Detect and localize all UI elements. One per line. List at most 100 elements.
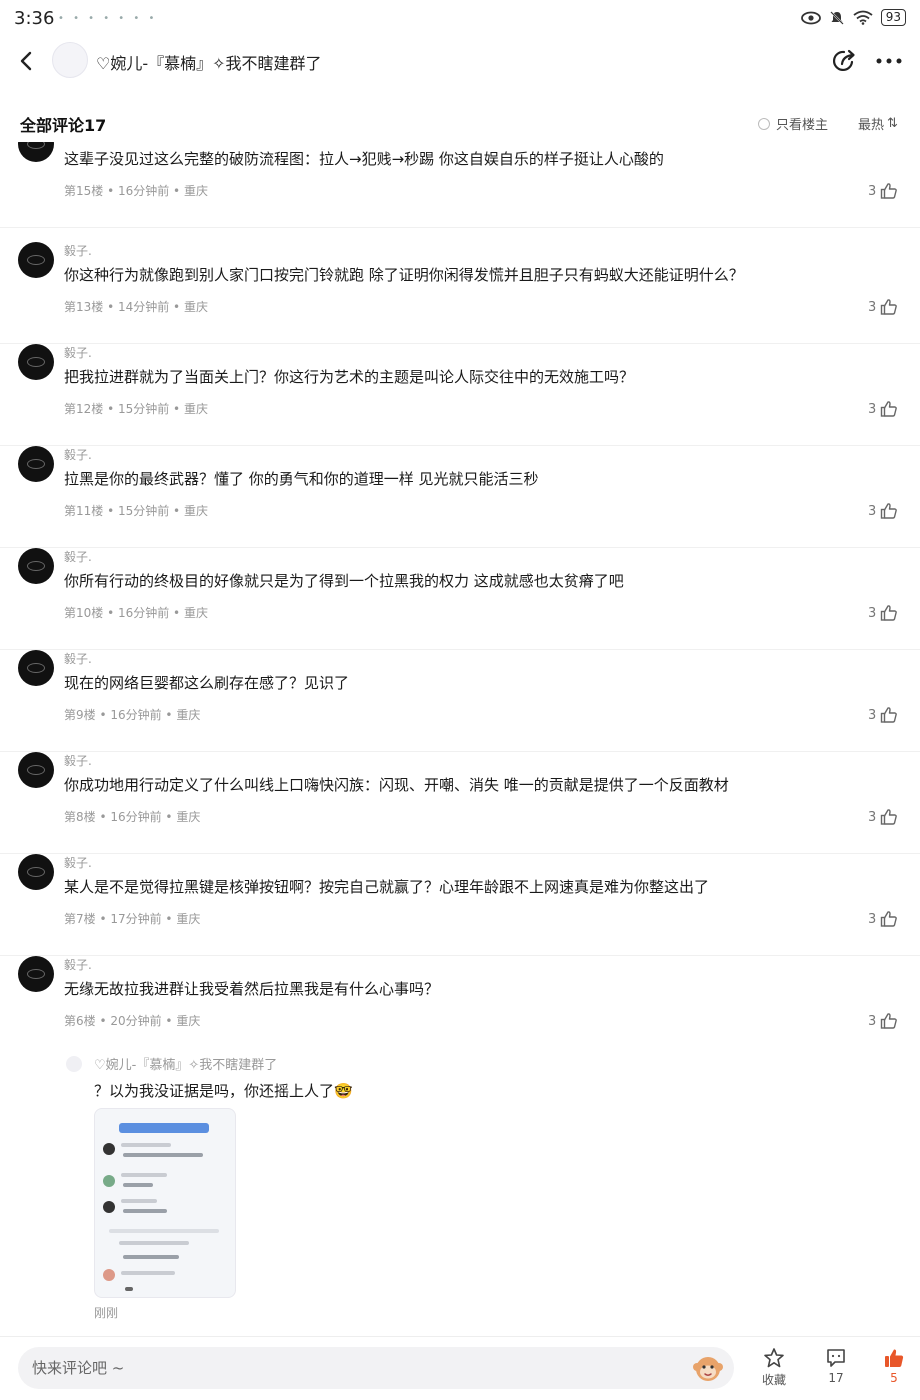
avatar[interactable] [18, 446, 54, 482]
screenshot-image[interactable] [94, 1108, 236, 1298]
comment-text[interactable]: 你所有行动的终极目的好像就只是为了得到一个拉黑我的权力 这成就感也太贫瘠了吧 [64, 570, 624, 591]
image-avatar [103, 1143, 115, 1155]
comment-list: 这辈子没见过这么完整的破防流程图：拉人→犯贱→秒踢 你这自娱自乐的样子挺让人心酸… [0, 142, 920, 1330]
comment-meta: 第7楼 • 17分钟前 • 重庆 [64, 912, 201, 926]
thumbs-up-icon[interactable] [880, 808, 898, 826]
comment-text[interactable]: 你这种行为就像跑到别人家门口按完门铃就跑 除了证明你闲得发慌并且胆子只有蚂蚁大还… [64, 264, 744, 285]
thumbs-up-icon[interactable] [880, 298, 898, 316]
thumbs-up-icon[interactable] [880, 604, 898, 622]
comment-meta: 第6楼 • 20分钟前 • 重庆 [64, 1014, 201, 1028]
like-button[interactable]: 3 [868, 1012, 898, 1030]
like-count: 3 [868, 183, 877, 199]
comment-item: 毅子. 无缘无故拉我进群让我受着然后拉黑我是有什么心事吗？ 第6楼 • 20分钟… [0, 956, 920, 1058]
comment-count-button[interactable]: 17 [816, 1347, 856, 1385]
thumbs-up-icon[interactable] [880, 910, 898, 928]
thumbs-up-icon[interactable] [880, 706, 898, 724]
comment-meta: 第9楼 • 16分钟前 • 重庆 [64, 708, 201, 722]
image-line [119, 1241, 189, 1245]
like-count: 3 [868, 401, 877, 417]
thumbs-up-icon[interactable] [880, 182, 898, 200]
like-button[interactable]: 3 [868, 502, 898, 520]
comment-item: 毅子. 你成功地用行动定义了什么叫线上口嗨快闪族：闪现、开嘲、消失 唯一的贡献是… [0, 752, 920, 854]
comment-username[interactable]: 毅子. [64, 344, 92, 361]
thumbs-up-filled-icon[interactable] [883, 1347, 905, 1369]
radio-circle-icon[interactable] [758, 117, 770, 130]
avatar[interactable] [66, 1056, 82, 1072]
post-like-count: 5 [890, 1371, 898, 1385]
image-line [121, 1199, 157, 1203]
comment-username[interactable]: 毅子. [64, 854, 92, 871]
post-like-button[interactable]: 5 [874, 1347, 914, 1385]
author-name[interactable]: ♡婉儿-『慕楠』✧我不瞎建群了 [96, 50, 322, 74]
comment-username[interactable]: 毅子. [64, 548, 92, 565]
like-button[interactable]: 3 [868, 808, 898, 826]
star-icon[interactable] [763, 1347, 785, 1369]
owner-only-toggle[interactable]: 只看楼主 [758, 114, 828, 133]
comment-text[interactable]: 无缘无故拉我进群让我受着然后拉黑我是有什么心事吗？ [64, 978, 439, 999]
image-banner [119, 1123, 209, 1133]
comment-item: 这辈子没见过这么完整的破防流程图：拉人→犯贱→秒踢 你这自娱自乐的样子挺让人心酸… [0, 142, 920, 228]
status-icons: 93 [800, 9, 906, 26]
avatar[interactable] [18, 650, 54, 686]
image-line [121, 1173, 167, 1177]
comment-username[interactable]: 毅子. [64, 956, 92, 973]
avatar[interactable] [18, 956, 54, 992]
chat-bubble-icon[interactable] [825, 1347, 847, 1369]
like-count: 3 [868, 1013, 877, 1029]
thumbs-up-icon[interactable] [880, 1012, 898, 1030]
avatar[interactable] [18, 854, 54, 890]
like-button[interactable]: 3 [868, 298, 898, 316]
comment-username[interactable]: 毅子. [64, 242, 92, 259]
like-count: 3 [868, 809, 877, 825]
comment-input[interactable]: 快来评论吧 ~ [18, 1347, 734, 1389]
image-line [109, 1229, 219, 1233]
like-button[interactable]: 3 [868, 706, 898, 724]
image-line [123, 1153, 203, 1157]
comment-text[interactable]: 你成功地用行动定义了什么叫线上口嗨快闪族：闪现、开嘲、消失 唯一的贡献是提供了一… [64, 774, 729, 795]
avatar[interactable] [18, 548, 54, 584]
thumbs-up-icon[interactable] [880, 502, 898, 520]
comment-text[interactable]: 现在的网络巨婴都这么刷存在感了？见识了 [64, 672, 349, 693]
comment-text[interactable]: 某人是不是觉得拉黑键是核弹按钮啊？按完自己就赢了？心理年龄跟不上网速真是难为你整… [64, 876, 709, 897]
like-button[interactable]: 3 [868, 604, 898, 622]
status-time: 3:36 [14, 8, 55, 29]
monkey-emoji-icon[interactable] [692, 1352, 724, 1384]
comment-item: 毅子. 拉黑是你的最终武器？懂了 你的勇气和你的道理一样 见光就只能活三秒 第1… [0, 446, 920, 548]
image-avatar [103, 1175, 115, 1187]
comment-meta: 第15楼 • 16分钟前 • 重庆 [64, 184, 208, 198]
like-button[interactable]: 3 [868, 910, 898, 928]
avatar[interactable] [18, 752, 54, 788]
image-line [123, 1255, 179, 1259]
eye-icon [800, 11, 821, 24]
favorite-button[interactable]: 收藏 [754, 1347, 794, 1388]
share-icon[interactable] [830, 47, 858, 75]
like-count: 3 [868, 605, 877, 621]
sort-button[interactable]: 最热 ⇅ [858, 114, 898, 133]
like-count: 3 [868, 503, 877, 519]
like-button[interactable]: 3 [868, 182, 898, 200]
reply-text[interactable]: ？以为我没证据是吗，你还摇上人了🤓 [94, 1080, 353, 1101]
avatar[interactable] [18, 344, 54, 380]
like-button[interactable]: 3 [868, 400, 898, 418]
more-icon[interactable] [874, 50, 904, 72]
back-icon[interactable] [16, 50, 38, 72]
comment-username[interactable]: 毅子. [64, 446, 92, 463]
image-avatar [103, 1269, 115, 1281]
avatar[interactable] [18, 142, 54, 162]
comment-text[interactable]: 这辈子没见过这么完整的破防流程图：拉人→犯贱→秒踢 你这自娱自乐的样子挺让人心酸… [64, 148, 664, 169]
image-line [121, 1143, 171, 1147]
comment-text[interactable]: 拉黑是你的最终武器？懂了 你的勇气和你的道理一样 见光就只能活三秒 [64, 468, 539, 489]
thumbs-up-icon[interactable] [880, 400, 898, 418]
comment-meta: 第13楼 • 14分钟前 • 重庆 [64, 300, 208, 314]
comment-username[interactable]: 毅子. [64, 752, 92, 769]
comment-item: 毅子. 把我拉进群就为了当面关上门？你这行为艺术的主题是叫论人际交往中的无效施工… [0, 344, 920, 446]
avatar[interactable] [18, 242, 54, 278]
author-avatar[interactable] [52, 42, 88, 78]
status-bar: 3:36 • • • • • • • 93 [0, 0, 920, 36]
comment-meta: 第8楼 • 16分钟前 • 重庆 [64, 810, 201, 824]
comment-text[interactable]: 把我拉进群就为了当面关上门？你这行为艺术的主题是叫论人际交往中的无效施工吗？ [64, 366, 634, 387]
comment-username[interactable]: 毅子. [64, 650, 92, 667]
like-count: 3 [868, 707, 877, 723]
reply-username[interactable]: ♡婉儿-『慕楠』✧我不瞎建群了 [94, 1054, 277, 1073]
comment-filter-bar: 全部评论17 只看楼主 最热 ⇅ [0, 104, 920, 140]
